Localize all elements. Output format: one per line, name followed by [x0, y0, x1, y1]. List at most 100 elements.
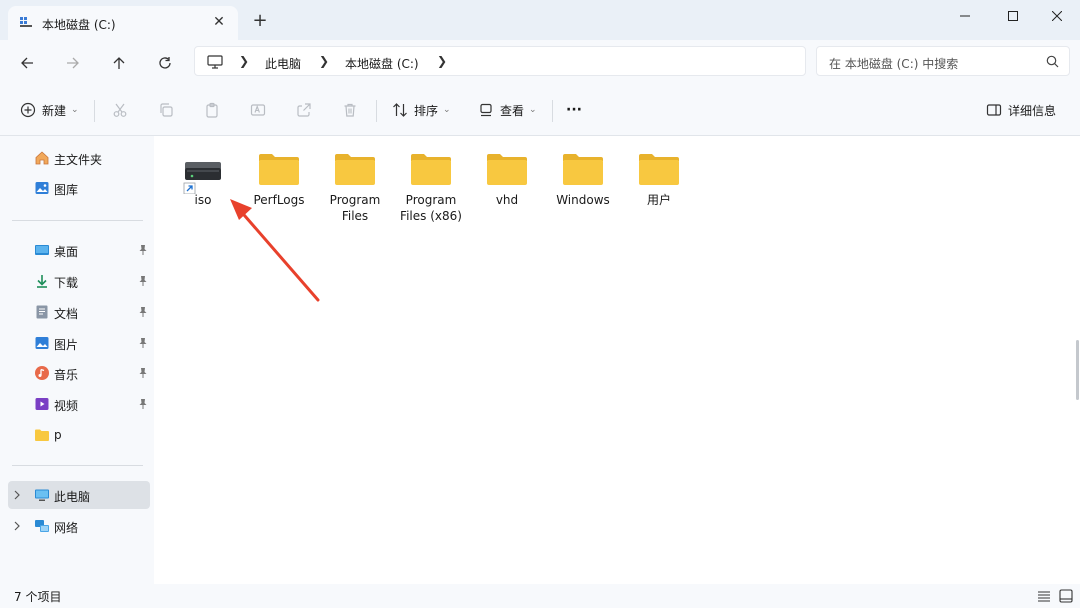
- desktop-icon: [35, 245, 49, 255]
- cut-button[interactable]: [112, 98, 128, 122]
- maximize-button[interactable]: [990, 0, 1036, 30]
- sidebar-item-home[interactable]: 主文件夹: [8, 144, 150, 172]
- trash-icon: [344, 103, 356, 117]
- minimize-icon: [960, 15, 970, 16]
- forward-button[interactable]: [58, 48, 88, 76]
- status-bar: 7 个项目: [0, 584, 1080, 608]
- item-count: 7 个项目: [14, 590, 62, 604]
- pin-icon[interactable]: [138, 275, 148, 287]
- item-program-files[interactable]: Program Files: [320, 146, 390, 224]
- new-label: 新建: [42, 103, 67, 118]
- divider: [376, 100, 377, 122]
- arrow-left-icon: [21, 57, 33, 68]
- arrow-up-icon: [113, 56, 125, 69]
- view-icon: [480, 103, 492, 117]
- sort-button[interactable]: 排序 ⌄: [392, 98, 451, 122]
- close-tab-icon[interactable]: ✕: [210, 13, 228, 31]
- view-button[interactable]: 查看 ⌄: [478, 98, 537, 122]
- document-icon: [36, 305, 48, 319]
- share-icon: [297, 103, 311, 117]
- clipboard-icon: [206, 102, 218, 118]
- item-label: Windows: [556, 193, 610, 207]
- new-button[interactable]: 新建 ⌄: [20, 98, 79, 122]
- chevron-right-icon[interactable]: [12, 489, 22, 501]
- more-options-button[interactable]: ···: [566, 98, 582, 122]
- chevron-right-icon[interactable]: [12, 520, 22, 532]
- monitor-icon: [207, 55, 223, 69]
- details-view-icon[interactable]: [1036, 588, 1052, 604]
- sidebar-item-network[interactable]: 网络: [8, 512, 150, 540]
- item-label: Program Files (x86): [400, 193, 462, 223]
- title-bar: 本地磁盘 (C:) ✕ +: [0, 0, 1080, 40]
- sort-icon: [393, 103, 407, 117]
- scissors-icon: [113, 103, 127, 117]
- plus-circle-icon: [20, 102, 36, 118]
- folder-icon: [639, 154, 679, 185]
- folder-icon: [259, 154, 299, 185]
- address-bar-row: ❯ 此电脑 ❯ 本地磁盘 (C:) ❯ 在 本地磁盘 (C:) 中搜索: [0, 40, 1080, 84]
- up-button[interactable]: [104, 48, 134, 76]
- new-tab-button[interactable]: +: [250, 11, 270, 31]
- chevron-down-icon: ⌄: [443, 105, 451, 115]
- sidebar-item-music[interactable]: 音乐: [8, 359, 150, 387]
- home-icon: [35, 151, 49, 165]
- chevron-right-icon[interactable]: ❯: [319, 54, 329, 68]
- pin-icon[interactable]: [138, 337, 148, 349]
- sidebar-divider: [12, 220, 143, 221]
- sidebar-item-label: 下载: [54, 276, 79, 290]
- item-users[interactable]: 用户: [624, 146, 694, 208]
- share-button[interactable]: [296, 98, 312, 122]
- view-label: 查看: [500, 103, 525, 118]
- sidebar-item-downloads[interactable]: 下载: [8, 267, 150, 295]
- paste-button[interactable]: [204, 98, 220, 122]
- sidebar-item-label: 此电脑: [54, 490, 91, 504]
- back-button[interactable]: [12, 48, 42, 76]
- chevron-right-icon[interactable]: ❯: [239, 54, 249, 68]
- this-pc-icon: [35, 489, 49, 501]
- address-bar[interactable]: ❯ 此电脑 ❯ 本地磁盘 (C:) ❯: [194, 46, 806, 76]
- item-vhd[interactable]: vhd: [472, 146, 542, 208]
- sidebar-item-label: p: [54, 428, 62, 442]
- large-icons-view-icon[interactable]: [1058, 588, 1074, 604]
- sidebar-item-this-pc[interactable]: 此电脑: [8, 481, 150, 509]
- item-label: vhd: [495, 193, 519, 207]
- sidebar-item-label: 图库: [54, 183, 79, 197]
- pin-icon[interactable]: [138, 244, 148, 256]
- annotation-arrow: [230, 199, 320, 302]
- command-bar: 新建 ⌄ 排序 ⌄ 查看 ⌄ ··· 详细信息: [0, 84, 1080, 136]
- sidebar-item-videos[interactable]: 视频: [8, 390, 150, 418]
- delete-button[interactable]: [342, 98, 358, 122]
- pin-icon[interactable]: [138, 306, 148, 318]
- pin-icon[interactable]: [138, 398, 148, 410]
- video-icon: [35, 398, 49, 410]
- copy-button[interactable]: [158, 98, 174, 122]
- pictures-icon: [35, 337, 49, 349]
- sidebar-item-pictures[interactable]: 图片: [8, 329, 150, 357]
- sidebar-item-label: 主文件夹: [54, 153, 103, 167]
- drive-icon: [20, 17, 32, 27]
- pin-icon[interactable]: [138, 367, 148, 379]
- chevron-right-icon[interactable]: ❯: [437, 54, 447, 68]
- sidebar-item-gallery[interactable]: 图库: [8, 174, 150, 202]
- details-pane-button[interactable]: 详细信息: [986, 98, 1056, 122]
- sidebar-item-documents[interactable]: 文档: [8, 298, 150, 326]
- arrow-right-icon: [67, 57, 79, 68]
- refresh-button[interactable]: [150, 48, 180, 76]
- rename-button[interactable]: [250, 98, 266, 122]
- sidebar-item-p[interactable]: p: [8, 421, 150, 449]
- breadcrumb-local-disk[interactable]: 本地磁盘 (C:): [345, 55, 419, 72]
- sidebar-item-desktop[interactable]: 桌面: [8, 236, 150, 264]
- music-icon: [35, 366, 49, 380]
- item-windows[interactable]: Windows: [548, 146, 618, 208]
- minimize-button[interactable]: [942, 0, 988, 30]
- item-program-files-x86[interactable]: Program Files (x86): [396, 146, 466, 224]
- vertical-scrollbar[interactable]: [1076, 340, 1079, 400]
- search-input[interactable]: 在 本地磁盘 (C:) 中搜索: [829, 55, 958, 72]
- details-pane-icon: [986, 104, 1002, 116]
- drive-shortcut-icon: [183, 162, 221, 194]
- sidebar-item-label: 音乐: [54, 368, 79, 382]
- close-window-button[interactable]: [1034, 0, 1080, 30]
- breadcrumb-this-pc[interactable]: 此电脑: [265, 55, 301, 72]
- tab-local-disk-c[interactable]: 本地磁盘 (C:) ✕: [8, 6, 238, 40]
- search-box[interactable]: 在 本地磁盘 (C:) 中搜索: [816, 46, 1070, 76]
